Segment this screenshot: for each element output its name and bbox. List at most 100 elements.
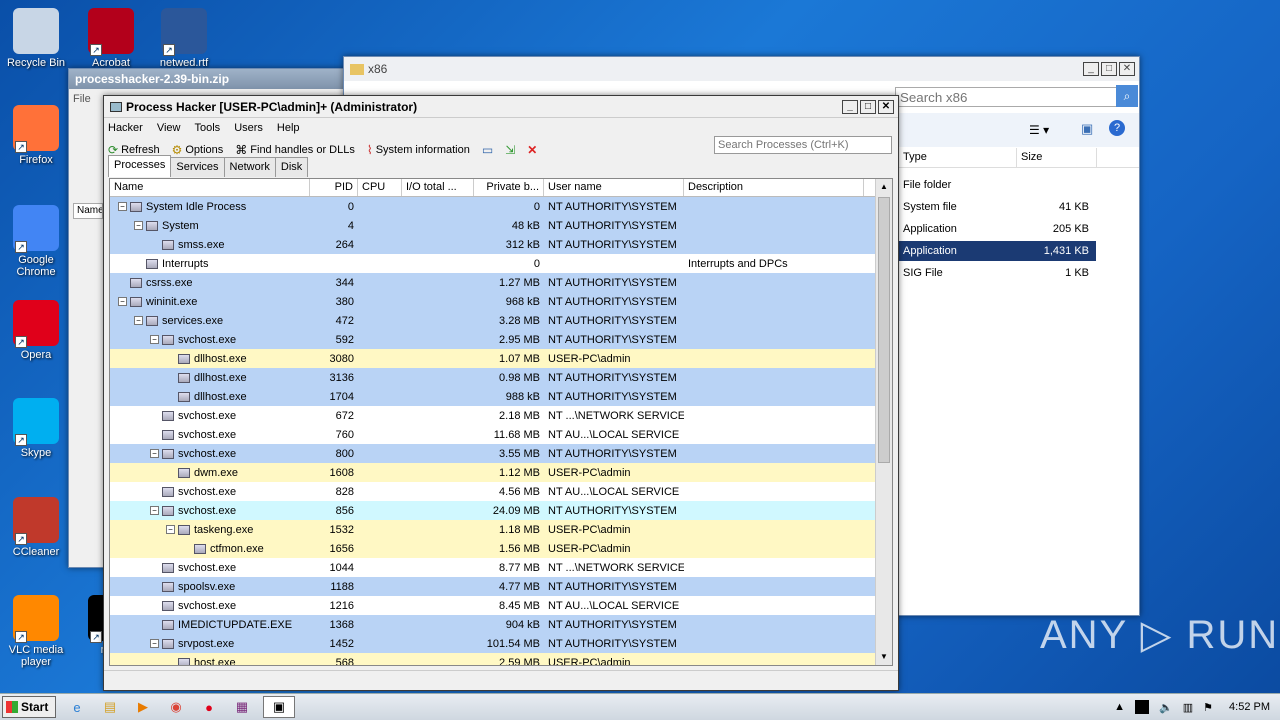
explorer-file-row[interactable]: Application 1,431 KB	[899, 241, 1096, 261]
column-size[interactable]: Size	[1017, 148, 1097, 167]
column-header[interactable]: Description	[684, 179, 864, 196]
desktop-shortcut[interactable]: Recycle Bin	[0, 8, 72, 69]
collapse-toggle-icon[interactable]: −	[134, 221, 143, 230]
preview-pane-icon[interactable]: ▣	[1081, 121, 1093, 137]
desktop-shortcut[interactable]: ↗ Firefox	[0, 105, 72, 166]
desktop-shortcut[interactable]: ↗ Google Chrome	[0, 205, 72, 278]
chrome-icon[interactable]: ◉	[164, 696, 188, 718]
collapse-toggle-icon[interactable]: −	[150, 335, 159, 344]
scroll-down-arrow[interactable]: ▼	[876, 649, 892, 665]
tab-disk[interactable]: Disk	[274, 157, 309, 177]
process-row[interactable]: svchost.exe 1216 8.45 MB NT AU...\LOCAL SER…	[110, 596, 876, 615]
process-row[interactable]: − services.exe 472 3.28 MB NT AUTHORITY\SYST…	[110, 311, 876, 330]
window-icon[interactable]: ▭	[482, 143, 493, 157]
maximize-button[interactable]: □	[1101, 62, 1117, 76]
search-icon[interactable]: ⌕	[1116, 85, 1138, 107]
process-row[interactable]: IMEDICTUPDATE.EXE 1368 904 kB NT AUTHORITY\…	[110, 615, 876, 634]
process-row[interactable]: − wininit.exe 380 968 kB NT AUTHORITY\SYSTEM	[110, 292, 876, 311]
scroll-up-arrow[interactable]: ▲	[876, 179, 892, 195]
winrar-icon[interactable]: ▦	[230, 696, 254, 718]
process-row[interactable]: svchost.exe 672 2.18 MB NT ...\NETWORK SERV…	[110, 406, 876, 425]
scroll-thumb[interactable]	[878, 197, 890, 463]
tab-network[interactable]: Network	[223, 157, 276, 177]
process-row[interactable]: svchost.exe 828 4.56 MB NT AU...\LOCAL SERV…	[110, 482, 876, 501]
process-row[interactable]: − svchost.exe 592 2.95 MB NT AUTHORITY\SYSTE…	[110, 330, 876, 349]
ie-icon[interactable]: e	[65, 696, 89, 718]
process-row[interactable]: − System Idle Process 0 0 NT AUTHORITY\SYSTE…	[110, 197, 876, 216]
clock[interactable]: 4:52 PM	[1229, 701, 1270, 713]
black-square-icon[interactable]	[1135, 700, 1150, 714]
process-row[interactable]: Interrupts 0 Interrupts and DPCs	[110, 254, 876, 273]
view-options-icon[interactable]: ☰ ▾	[1029, 123, 1049, 137]
column-header[interactable]: I/O total ...	[402, 179, 474, 196]
options-button[interactable]: ⚙ Options	[172, 143, 224, 157]
process-row[interactable]: svchost.exe 760 11.68 MB NT AU...\LOCAL SER…	[110, 425, 876, 444]
explorer-file-row[interactable]: File folder	[899, 175, 1096, 195]
minimize-button[interactable]: _	[842, 99, 858, 114]
media-player-icon[interactable]: ▶	[131, 696, 155, 718]
collapse-toggle-icon[interactable]: −	[150, 449, 159, 458]
desktop-shortcut[interactable]: ↗ Skype	[0, 398, 72, 459]
process-row[interactable]: csrss.exe 344 1.27 MB NT AUTHORITY\SYSTEM	[110, 273, 876, 292]
explorer-file-row[interactable]: Application 205 KB	[899, 219, 1096, 239]
close-button[interactable]: ✕	[878, 99, 894, 114]
column-header[interactable]: PID	[310, 179, 358, 196]
desktop-shortcut[interactable]: ↗ CCleaner	[0, 497, 72, 558]
process-row[interactable]: dllhost.exe 1704 988 kB NT AUTHORITY\SYSTEM	[110, 387, 876, 406]
tab-services[interactable]: Services	[170, 157, 225, 177]
collapse-toggle-icon[interactable]: −	[150, 639, 159, 648]
process-row[interactable]: − taskeng.exe 1532 1.18 MB USER-PC\admin	[110, 520, 876, 539]
system-information-button[interactable]: ⌇ System information	[367, 143, 470, 157]
process-row[interactable]: − System 4 48 kB NT AUTHORITY\SYSTEM	[110, 216, 876, 235]
column-header[interactable]: User name	[544, 179, 684, 196]
collapse-toggle-icon[interactable]: −	[118, 202, 127, 211]
process-row[interactable]: ctfmon.exe 1656 1.56 MB USER-PC\admin	[110, 539, 876, 558]
explorer-icon[interactable]: ▤	[98, 696, 122, 718]
show-hidden-icons-icon[interactable]: ▲	[1114, 701, 1125, 713]
explorer-file-row[interactable]: System file 41 KB	[899, 197, 1096, 217]
column-header[interactable]: Private b...	[474, 179, 544, 196]
menu-item[interactable]: Users	[234, 122, 263, 134]
desktop-shortcut[interactable]: ↗ Opera	[0, 300, 72, 361]
go-icon[interactable]: ⇲	[505, 143, 515, 157]
explorer-title-bar[interactable]: x86 _ □ ✕	[344, 57, 1139, 81]
column-header[interactable]: CPU	[358, 179, 402, 196]
collapse-toggle-icon[interactable]: −	[150, 506, 159, 515]
process-hacker-title-bar[interactable]: Process Hacker [USER-PC\admin]+ (Adminis…	[104, 96, 898, 118]
process-row[interactable]: smss.exe 264 312 kB NT AUTHORITY\SYSTEM	[110, 235, 876, 254]
collapse-toggle-icon[interactable]: −	[134, 316, 143, 325]
zip-list-header[interactable]: Name	[73, 203, 103, 219]
process-row[interactable]: − svchost.exe 856 24.09 MB NT AUTHORITY\SYST…	[110, 501, 876, 520]
vertical-scrollbar[interactable]: ▲ ▼	[875, 179, 892, 665]
menu-item[interactable]: Tools	[195, 122, 221, 134]
network-icon[interactable]: ▥	[1183, 701, 1193, 714]
explorer-file-row[interactable]: SIG File 1 KB	[899, 263, 1096, 283]
process-row[interactable]: dllhost.exe 3136 0.98 MB NT AUTHORITY\SYSTE…	[110, 368, 876, 387]
desktop-shortcut[interactable]: ↗ Acrobat	[75, 8, 147, 69]
desktop-shortcut[interactable]: ↗ netwed.rtf	[148, 8, 220, 69]
explorer-search-input[interactable]	[895, 87, 1117, 107]
process-search-input[interactable]	[714, 136, 892, 154]
find-handles-button[interactable]: ⌘ Find handles or DLLs	[235, 143, 355, 157]
process-hacker-window[interactable]: Process Hacker [USER-PC\admin]+ (Adminis…	[103, 95, 899, 691]
menu-item[interactable]: View	[157, 122, 181, 134]
opera-icon[interactable]: ●	[197, 696, 221, 718]
start-button[interactable]: Start	[2, 696, 56, 718]
collapse-toggle-icon[interactable]: −	[118, 297, 127, 306]
column-type[interactable]: Type	[899, 148, 1017, 167]
help-icon[interactable]: ?	[1109, 120, 1125, 136]
process-row[interactable]: spoolsv.exe 1188 4.77 MB NT AUTHORITY\SYSTE…	[110, 577, 876, 596]
menu-item[interactable]: Hacker	[108, 122, 143, 134]
close-button[interactable]: ✕	[1119, 62, 1135, 76]
process-list[interactable]: Name PID CPU I/O total ... Private b... User …	[109, 178, 893, 666]
column-header[interactable]: Name	[110, 179, 310, 196]
minimize-button[interactable]: _	[1083, 62, 1099, 76]
zip-window-title[interactable]: processhacker-2.39-bin.zip	[69, 69, 347, 89]
process-row[interactable]: svchost.exe 1044 8.77 MB NT ...\NETWORK SER…	[110, 558, 876, 577]
tab-processes[interactable]: Processes	[108, 155, 172, 177]
volume-icon[interactable]: 🔈	[1159, 701, 1173, 714]
action-center-icon[interactable]: ⚑	[1203, 701, 1213, 714]
menu-item[interactable]: Help	[277, 122, 300, 134]
process-row[interactable]: − srvpost.exe 1452 101.54 MB NT AUTHORITY\SY…	[110, 634, 876, 653]
process-row[interactable]: dwm.exe 1608 1.12 MB USER-PC\admin	[110, 463, 876, 482]
